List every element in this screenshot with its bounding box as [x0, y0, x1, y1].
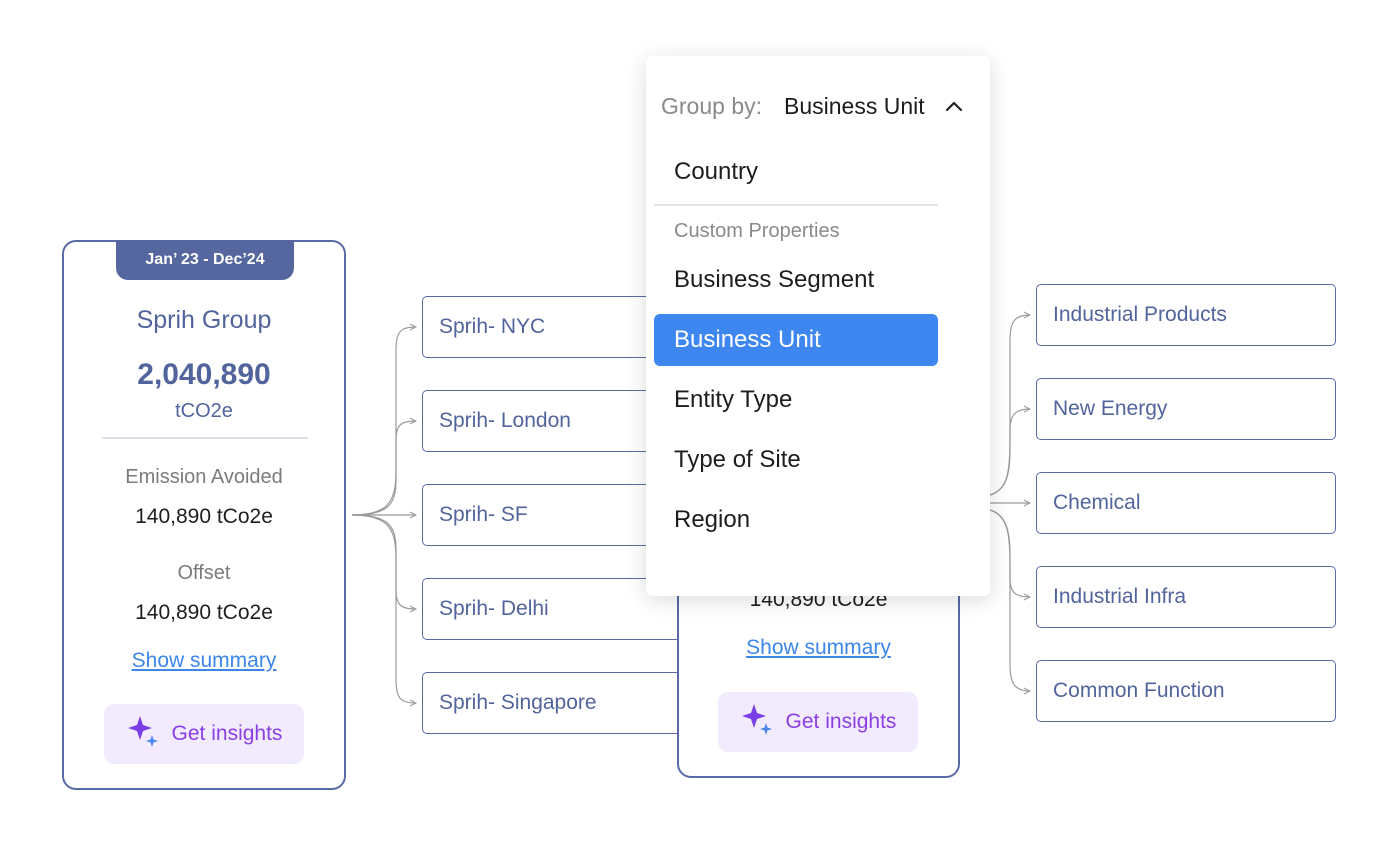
date-range-badge: Jan’ 23 - Dec’24 [116, 240, 294, 280]
show-summary-link[interactable]: Show summary [132, 649, 277, 672]
connector-line-london [351, 421, 416, 516]
card-divider [102, 437, 308, 439]
group-by-option-region[interactable]: Region [654, 494, 938, 546]
group-by-option-type-of-site[interactable]: Type of Site [654, 434, 938, 486]
group-by-option-entity-type[interactable]: Entity Type [654, 374, 938, 426]
middle-get-insights-button[interactable]: Get insights [718, 692, 918, 752]
group-by-toggle[interactable]: Group by: Business Unit [661, 90, 965, 122]
offset-label: Offset [177, 562, 231, 584]
location-node-singapore[interactable]: Sprih- Singapore [422, 672, 692, 734]
connector-line-nyc [351, 327, 416, 516]
group-by-selected-value: Business Unit [784, 92, 925, 119]
offset-value: 140,890 tCo2e [135, 601, 273, 624]
dropdown-divider [654, 204, 938, 206]
business-unit-node-common-function[interactable]: Common Function [1036, 660, 1336, 722]
connector-line-singapore [351, 514, 416, 703]
business-unit-node-industrial-products[interactable]: Industrial Products [1036, 284, 1336, 346]
connector-line-common-function [989, 509, 1030, 691]
get-insights-button[interactable]: Get insights [104, 704, 304, 764]
connector-line-industrial-products [989, 315, 1030, 496]
chevron-up-icon[interactable] [943, 95, 965, 117]
business-unit-node-industrial-infra[interactable]: Industrial Infra [1036, 566, 1336, 628]
total-emissions-value: 2,040,890 [137, 358, 271, 391]
custom-properties-header: Custom Properties [674, 220, 840, 242]
sparkle-icon [740, 702, 774, 742]
emission-avoided-label: Emission Avoided [125, 466, 283, 488]
group-by-option-business-segment[interactable]: Business Segment [654, 254, 938, 306]
middle-show-summary-link[interactable]: Show summary [746, 636, 891, 659]
entity-summary-card: Jan’ 23 - Dec’24 Sprih Group 2,040,890 t… [62, 240, 346, 790]
group-by-option-business-unit[interactable]: Business Unit [654, 314, 938, 366]
get-insights-label: Get insights [171, 722, 283, 745]
location-node-nyc[interactable]: Sprih- NYC [422, 296, 662, 358]
connector-line-delhi [351, 514, 416, 609]
total-emissions-unit: tCO2e [175, 400, 233, 422]
group-by-label: Group by: [661, 92, 762, 119]
emission-avoided-value: 140,890 tCo2e [135, 505, 273, 528]
business-unit-node-chemical[interactable]: Chemical [1036, 472, 1336, 534]
sparkle-icon [126, 714, 160, 754]
location-node-london[interactable]: Sprih- London [422, 390, 662, 452]
location-node-sf[interactable]: Sprih- SF [422, 484, 662, 546]
middle-get-insights-label: Get insights [785, 710, 897, 733]
entity-name: Sprih Group [136, 306, 272, 334]
business-unit-node-new-energy[interactable]: New Energy [1036, 378, 1336, 440]
group-by-dropdown: Group by: Business Unit Country Custom P… [646, 56, 990, 596]
group-by-option-country[interactable]: Country [654, 146, 938, 198]
